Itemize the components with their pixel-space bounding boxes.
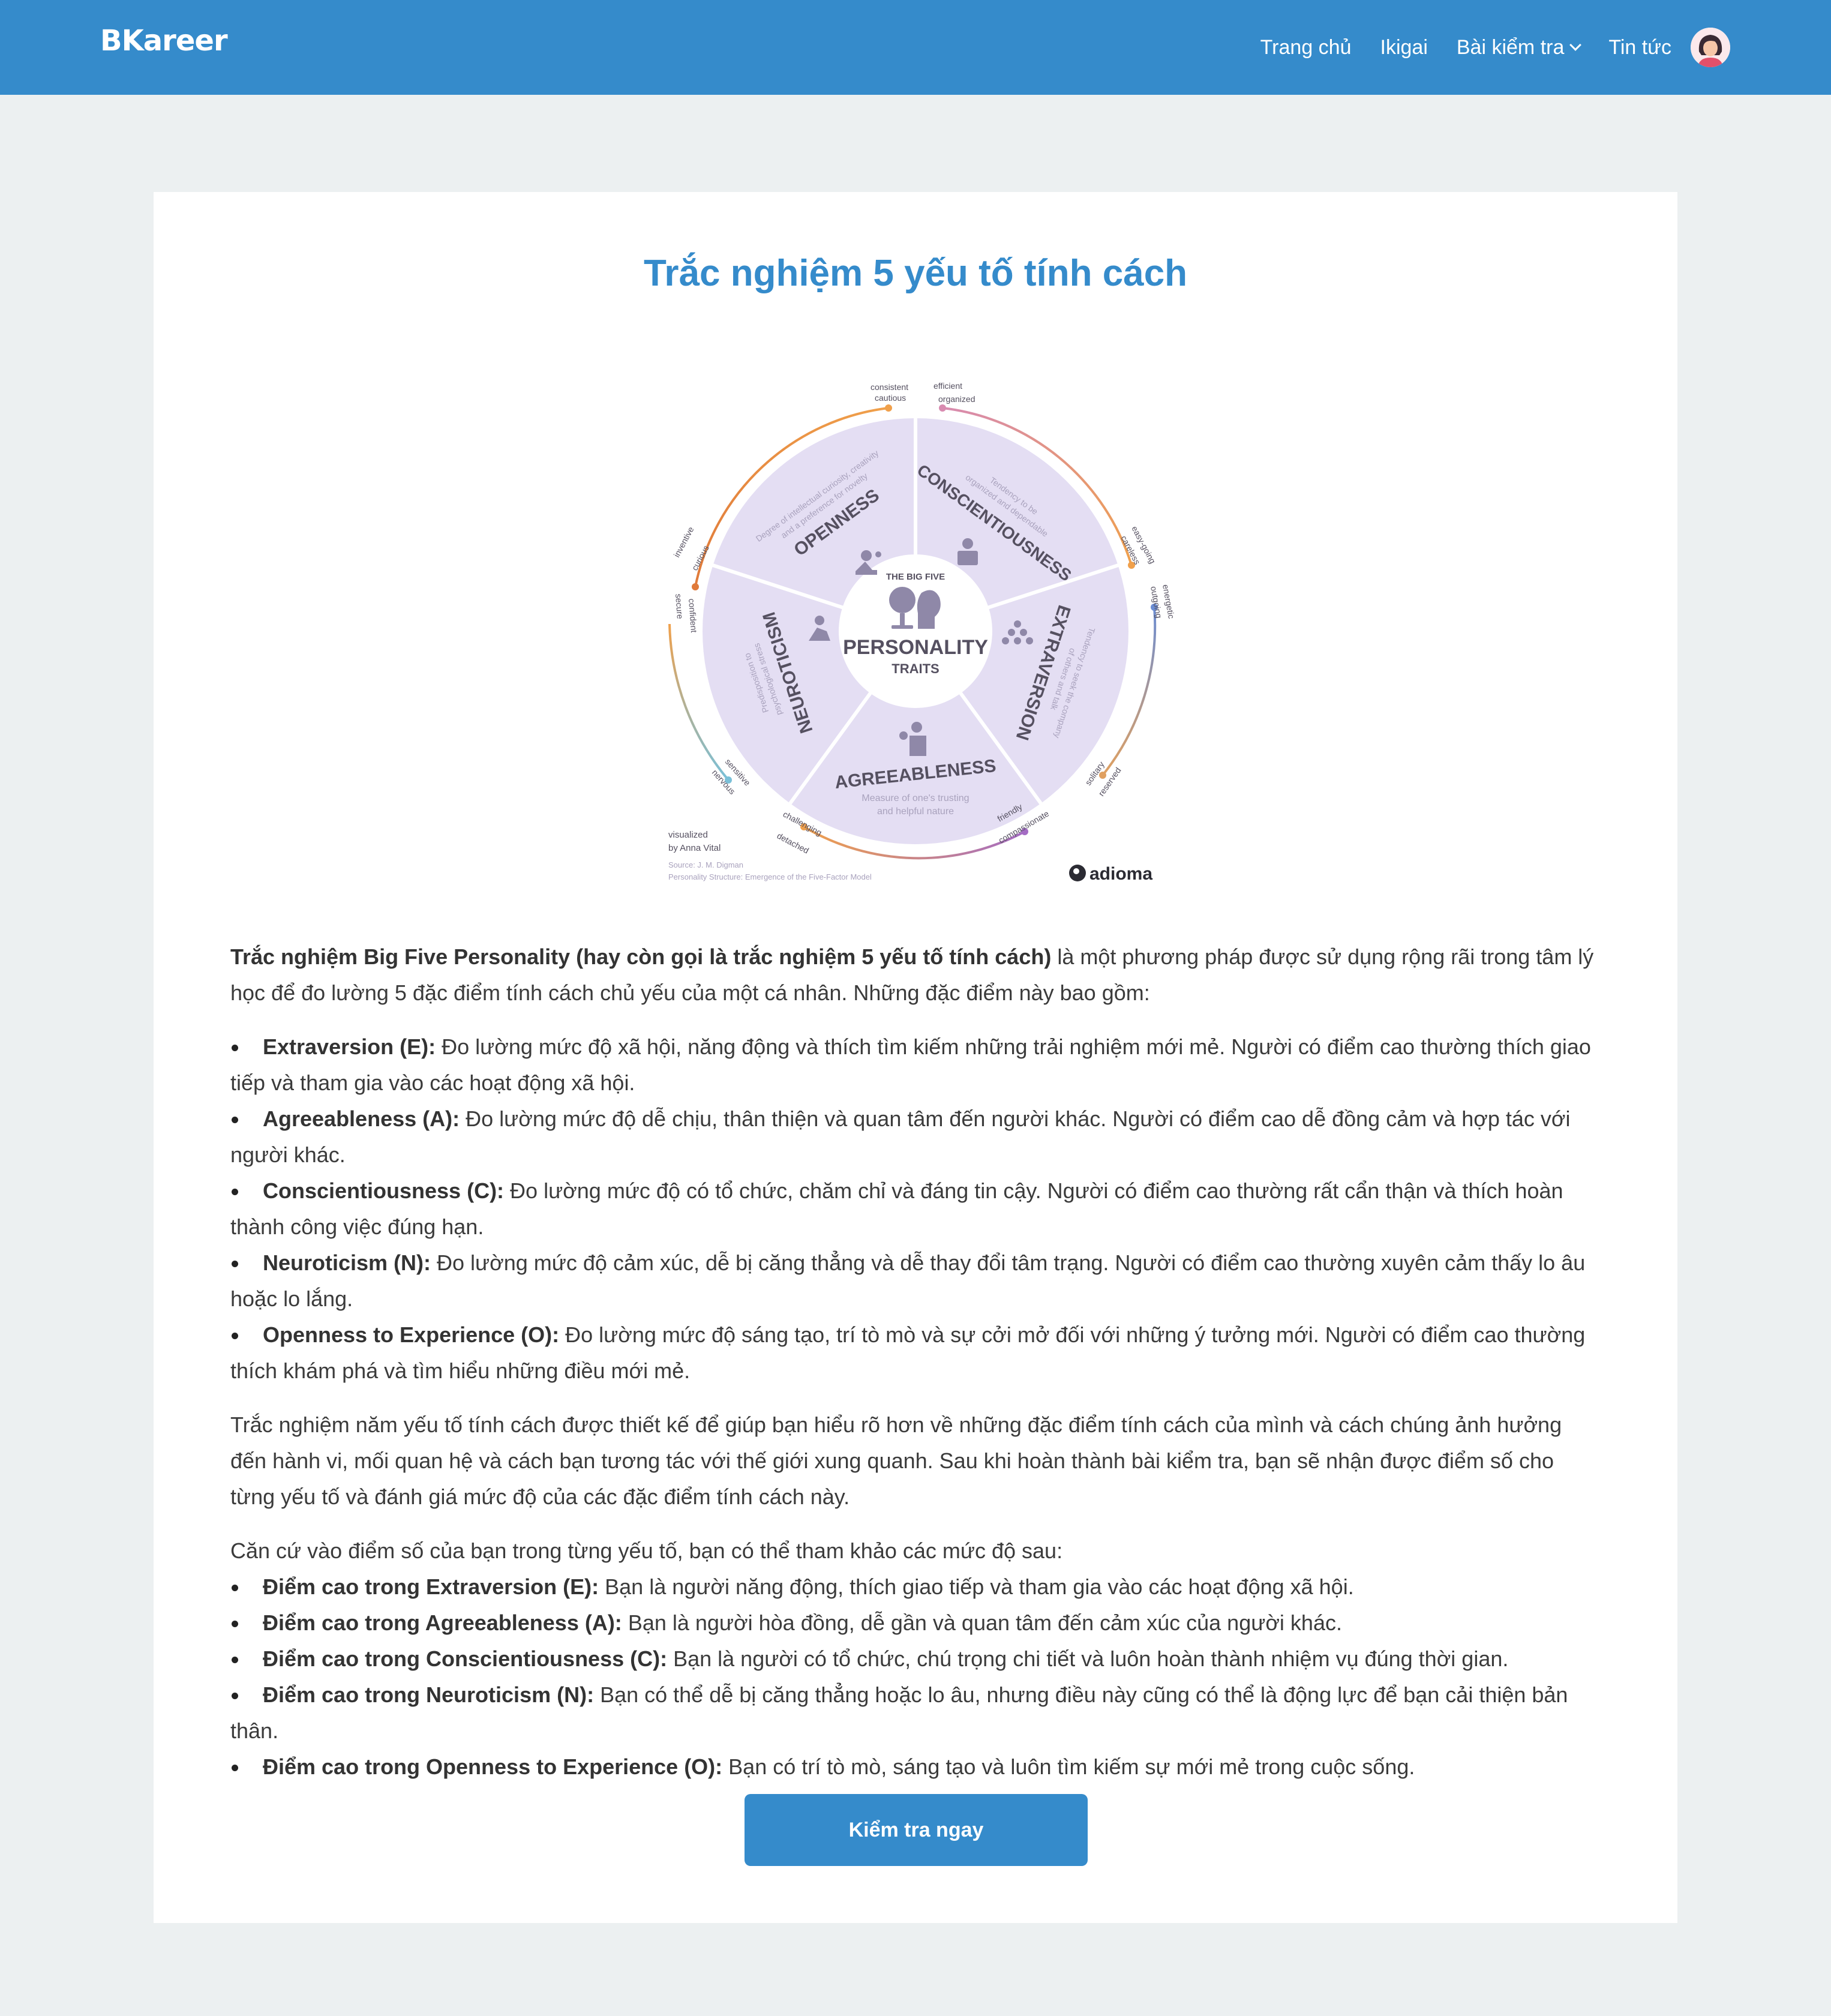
level-text: Bạn là người có tổ chức, chú trọng chi t… (667, 1646, 1509, 1671)
levels-list: Điểm cao trong Extraversion (E): Bạn là … (230, 1569, 1598, 1785)
list-item: Extraversion (E): Đo lường mức độ xã hội… (230, 1029, 1598, 1101)
list-item: Điểm cao trong Agreeableness (A): Bạn là… (230, 1605, 1598, 1641)
big-five-infographic: THE BIG FIVE PERSONALITY TRAITS Degree o… (652, 342, 1179, 918)
agreeableness-high-2: detached (776, 831, 811, 856)
center-top-label: THE BIG FIVE (886, 572, 945, 582)
center-sub-label: TRAITS (892, 661, 939, 676)
list-item: Neuroticism (N): Đo lường mức độ cảm xúc… (230, 1245, 1598, 1317)
adioma-brand: adioma (1089, 864, 1152, 884)
nav-links: Trang chủ Ikigai Bài kiểm tra Tin tức (1232, 0, 1730, 95)
list-item: Conscientiousness (C): Đo lường mức độ c… (230, 1173, 1598, 1245)
openness-low-2: curious (690, 544, 711, 572)
conscientiousness-low-1: efficient (933, 381, 962, 391)
user-avatar[interactable] (1691, 28, 1730, 67)
nav-link-home[interactable]: Trang chủ (1260, 36, 1352, 59)
trait-label: Agreeableness (A): (263, 1106, 460, 1131)
brand-logo[interactable]: BKareer (100, 24, 228, 58)
adioma-logo-icon (1069, 865, 1086, 881)
page-title: Trắc nghiệm 5 yếu tố tính cách (643, 253, 1188, 294)
level-text: Bạn có trí tò mò, sáng tạo và luôn tìm k… (722, 1754, 1415, 1779)
conscientiousness-low-2: organized (938, 394, 975, 404)
list-item: Openness to Experience (O): Đo lường mức… (230, 1317, 1598, 1389)
credit-line-2: by Anna Vital (668, 843, 721, 853)
credit-line-1: visualized (668, 830, 708, 840)
openness-high-2: cautious (875, 393, 906, 403)
trait-label: Extraversion (E): (263, 1034, 436, 1059)
trait-text: Đo lường mức độ cảm xúc, dễ bị căng thẳn… (230, 1250, 1586, 1311)
agreeableness-desc-1: Measure of one's trusting (862, 793, 969, 803)
traits-list: Extraversion (E): Đo lường mức độ xã hội… (230, 1029, 1598, 1389)
extraversion-low-1: outgoing (1149, 586, 1164, 619)
agreeableness-desc-2: and helpful nature (877, 806, 954, 817)
summary-paragraph: Trắc nghiệm năm yếu tố tính cách được th… (230, 1412, 1562, 1509)
trait-label: Openness to Experience (O): (263, 1322, 560, 1347)
list-item: Điểm cao trong Extraversion (E): Bạn là … (230, 1569, 1598, 1605)
openness-high-1: consistent (871, 382, 908, 392)
levels-intro: Căn cứ vào điểm số của bạn trong từng yế… (230, 1538, 1063, 1563)
level-label: Điểm cao trong Openness to Experience (O… (263, 1754, 723, 1779)
level-label: Điểm cao trong Extraversion (E): (263, 1574, 599, 1599)
center-main-label: PERSONALITY (843, 636, 988, 659)
source-line-2: Personality Structure: Emergence of the … (668, 872, 872, 881)
nav-link-tests-dropdown[interactable]: Bài kiểm tra (1456, 35, 1582, 59)
level-text: Bạn là người hòa đồng, dễ gần và quan tâ… (622, 1610, 1342, 1635)
nav-link-ikigai-label: Ikigai (1380, 35, 1428, 59)
list-item: Agreeableness (A): Đo lường mức độ dễ ch… (230, 1101, 1598, 1173)
trait-label: Neuroticism (N): (263, 1250, 431, 1275)
nav-link-ikigai[interactable]: Ikigai (1380, 36, 1428, 59)
openness-low-1: inventive (672, 525, 696, 559)
nav-link-home-label: Trang chủ (1260, 35, 1352, 59)
level-label: Điểm cao trong Conscientiousness (C): (263, 1646, 668, 1671)
intro-bold: Trắc nghiệm Big Five Personality (hay cò… (230, 944, 1052, 969)
neuroticism-high-2: secure (674, 593, 685, 619)
level-text: Bạn là người năng động, thích giao tiếp … (599, 1574, 1354, 1599)
top-navbar: BKareer Trang chủ Ikigai Bài kiểm tra Ti… (0, 0, 1831, 95)
article-content: Trắc nghiệm Big Five Personality (hay cò… (230, 939, 1598, 1803)
level-label: Điểm cao trong Neuroticism (N): (263, 1682, 595, 1707)
list-item: Điểm cao trong Neuroticism (N): Bạn có t… (230, 1677, 1598, 1749)
neuroticism-high-1: confident (687, 598, 699, 633)
trait-label: Conscientiousness (C): (263, 1178, 505, 1203)
big-five-wheel: THE BIG FIVE PERSONALITY TRAITS Degree o… (668, 381, 1176, 884)
list-item: Điểm cao trong Openness to Experience (O… (230, 1749, 1598, 1785)
nav-link-news-label: Tin tức (1608, 35, 1671, 59)
avatar-icon (1691, 28, 1730, 67)
level-label: Điểm cao trong Agreeableness (A): (263, 1610, 622, 1635)
list-item: Điểm cao trong Conscientiousness (C): Bạ… (230, 1641, 1598, 1677)
nav-link-tests-label: Bài kiểm tra (1456, 35, 1565, 59)
nav-link-news[interactable]: Tin tức (1608, 36, 1671, 59)
intro-paragraph: Trắc nghiệm Big Five Personality (hay cò… (230, 939, 1598, 1011)
source-line-1: Source: J. M. Digman (668, 860, 743, 869)
start-test-button[interactable]: Kiểm tra ngay (745, 1794, 1088, 1866)
content-card: Trắc nghiệm 5 yếu tố tính cách THE BIG F… (154, 192, 1677, 1923)
chevron-down-icon (1569, 39, 1582, 51)
